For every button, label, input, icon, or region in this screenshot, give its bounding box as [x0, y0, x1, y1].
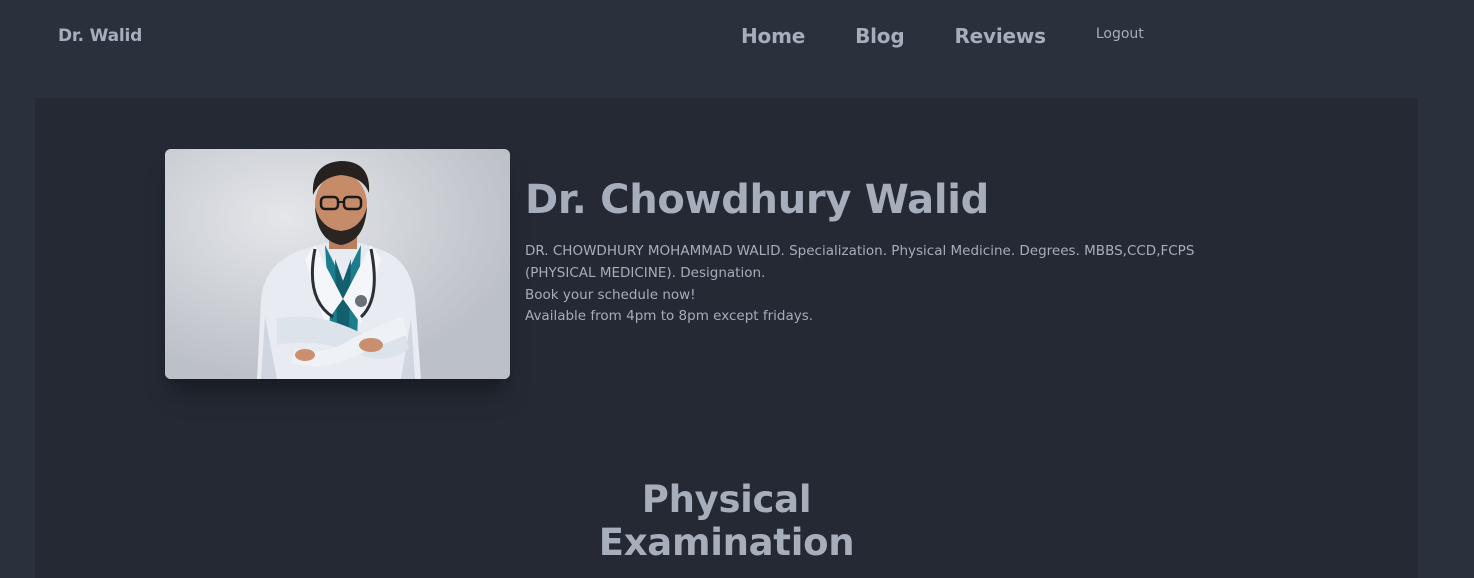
- doctor-illustration: [165, 149, 510, 379]
- nav-home-link[interactable]: Home: [741, 24, 805, 48]
- description-booking-cta: Book your schedule now!: [525, 286, 696, 303]
- doctor-description: DR. CHOWDHURY MOHAMMAD WALID. Specializa…: [525, 241, 1265, 328]
- navbar: Dr. Walid Home Blog Reviews Logout: [0, 0, 1474, 75]
- hero-section: Dr. Chowdhury Walid DR. CHOWDHURY MOHAMM…: [35, 98, 1418, 578]
- doctor-info: Dr. Chowdhury Walid DR. CHOWDHURY MOHAMM…: [525, 176, 1265, 328]
- description-specialization: DR. CHOWDHURY MOHAMMAD WALID. Specializa…: [525, 243, 1195, 281]
- brand-logo-link[interactable]: Dr. Walid: [58, 26, 142, 46]
- section-title-physical-examination: Physical Examination: [598, 478, 855, 564]
- logout-button[interactable]: Logout: [1096, 26, 1144, 42]
- nav-blog-link[interactable]: Blog: [855, 24, 905, 48]
- description-availability: Available from 4pm to 8pm except fridays…: [525, 308, 814, 325]
- nav-links: Home Blog Reviews Logout: [741, 24, 1144, 48]
- nav-reviews-link[interactable]: Reviews: [954, 24, 1046, 48]
- doctor-photo: [165, 149, 510, 379]
- doctor-name-heading: Dr. Chowdhury Walid: [525, 177, 989, 223]
